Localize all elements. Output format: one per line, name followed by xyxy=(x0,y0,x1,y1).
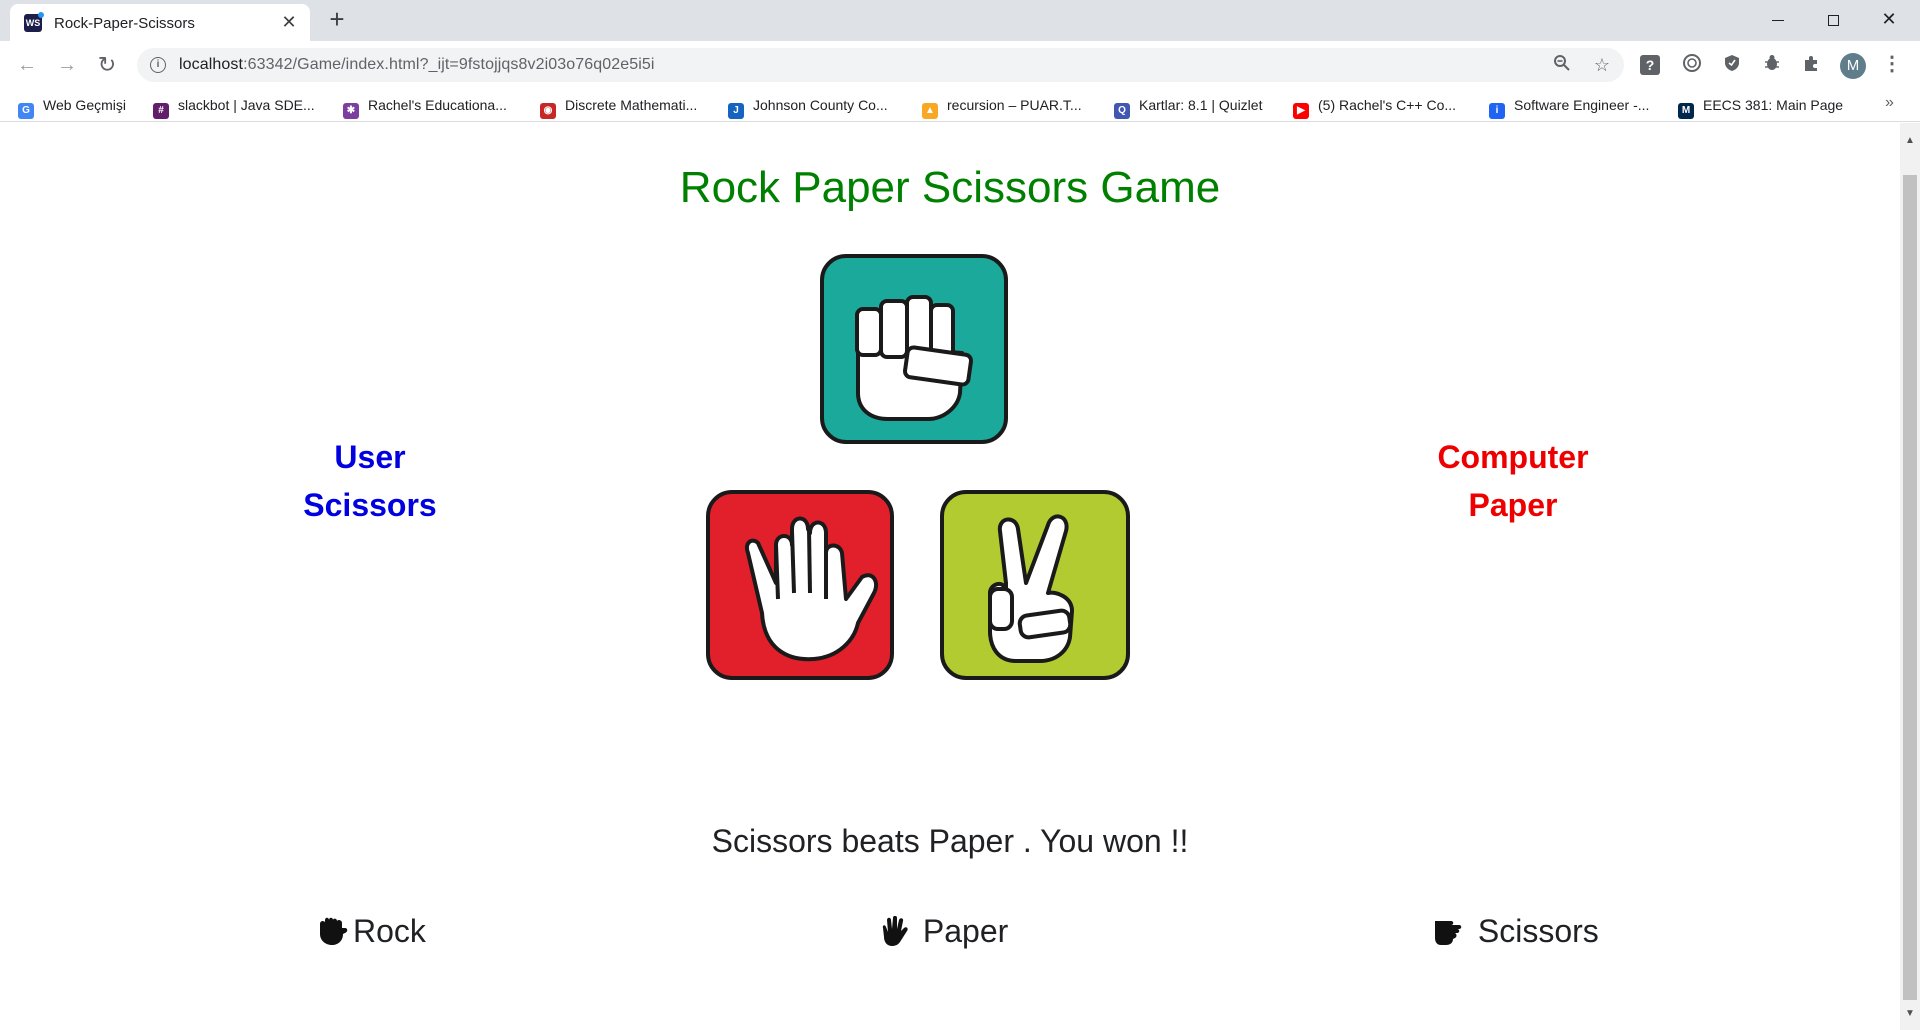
site-info-icon[interactable]: i xyxy=(150,57,166,73)
slack-icon: # xyxy=(153,103,169,119)
tab-close-icon[interactable]: ✕ xyxy=(278,11,300,33)
bookmark-label: Kartlar: 8.1 | Quizlet xyxy=(1139,97,1263,113)
scroll-up-arrow-icon[interactable]: ▲ xyxy=(1904,135,1916,147)
user-choice: Scissors xyxy=(303,487,437,523)
bookmark-label: Discrete Mathemati... xyxy=(565,97,698,113)
new-tab-button[interactable]: + xyxy=(323,6,351,34)
extensions-puzzle-icon[interactable] xyxy=(1800,53,1824,77)
url-text[interactable]: localhost:63342/Game/index.html?_ijt=9fs… xyxy=(179,56,655,74)
game-page: Rock Paper Scissors Game User Scissors C… xyxy=(0,123,1900,1030)
zoom-icon[interactable] xyxy=(1551,54,1573,76)
hat-icon: ▲ xyxy=(922,103,938,119)
bookmark-item[interactable]: G Web Geçmişi xyxy=(18,95,126,119)
bookmark-item[interactable]: ◉ Discrete Mathemati... xyxy=(540,95,698,119)
reload-button[interactable]: ↻ xyxy=(93,51,121,79)
google-icon: G xyxy=(18,103,34,119)
rock-button[interactable]: Rock xyxy=(317,913,426,957)
bookmark-label: slackbot | Java SDE... xyxy=(178,97,315,113)
indeed-icon: i xyxy=(1489,103,1505,119)
paper-tile xyxy=(706,490,894,680)
bookmark-item[interactable]: J Johnson County Co... xyxy=(728,95,888,119)
tab-strip: WS Rock-Paper-Scissors ✕ + ✕ xyxy=(0,0,1920,41)
bookmark-item[interactable]: ▶ (5) Rachel's C++ Co... xyxy=(1293,95,1457,119)
jccc-icon: J xyxy=(728,103,744,119)
minimize-icon xyxy=(1772,19,1784,21)
scissors-tile xyxy=(940,490,1130,680)
bookmark-label: EECS 381: Main Page xyxy=(1703,97,1844,113)
back-button[interactable]: ← xyxy=(13,51,41,79)
close-window-button[interactable]: ✕ xyxy=(1866,4,1912,34)
bookmark-item[interactable]: ✱ Rachel's Educationa... xyxy=(343,95,507,119)
scissors-button[interactable]: Scissors xyxy=(1433,913,1599,957)
computer-panel: Computer Paper xyxy=(1363,433,1663,529)
quizlet-icon: Q xyxy=(1114,103,1130,119)
browser-tab[interactable]: WS Rock-Paper-Scissors ✕ xyxy=(10,4,310,41)
minimize-button[interactable] xyxy=(1755,4,1801,34)
extension-circle-icon[interactable] xyxy=(1680,53,1704,77)
forward-button[interactable]: → xyxy=(53,51,81,79)
scissors-label: Scissors xyxy=(1469,913,1599,949)
bookmark-label: Johnson County Co... xyxy=(753,97,888,113)
bookmark-label: (5) Rachel's C++ Co... xyxy=(1318,97,1457,113)
url-path: :63342/Game/index.html?_ijt=9fstojjqs8v2… xyxy=(243,56,655,73)
address-bar[interactable]: i localhost:63342/Game/index.html?_ijt=9… xyxy=(137,48,1624,82)
paper-label: Paper xyxy=(914,913,1009,949)
rock-paper-scissors-illustration xyxy=(706,254,1130,680)
umich-icon: M xyxy=(1678,103,1694,119)
computer-heading: Computer xyxy=(1437,439,1589,475)
bookmarks-overflow-button[interactable]: » xyxy=(1885,94,1894,112)
fist-hand-icon xyxy=(320,917,348,945)
bookmark-item[interactable]: ▲ recursion – PUAR.T... xyxy=(922,95,1082,119)
computer-choice: Paper xyxy=(1468,487,1558,523)
browser-menu-icon[interactable]: ⋮ xyxy=(1880,53,1904,77)
paper-button[interactable]: Paper xyxy=(878,913,1008,957)
scroll-thumb[interactable] xyxy=(1903,175,1917,1000)
bookmark-label: Rachel's Educationa... xyxy=(368,97,507,113)
gear-icon: ✱ xyxy=(343,103,359,119)
url-host: localhost xyxy=(179,56,244,73)
scroll-down-arrow-icon[interactable]: ▼ xyxy=(1904,1008,1916,1020)
rock-label: Rock xyxy=(353,913,426,949)
bookmark-item[interactable]: # slackbot | Java SDE... xyxy=(153,95,315,119)
open-hand-button-icon xyxy=(882,916,908,946)
bookmark-label: recursion – PUAR.T... xyxy=(947,97,1082,113)
bookmarks-bar: G Web Geçmişi # slackbot | Java SDE... ✱ Rach… xyxy=(0,88,1920,122)
restore-button[interactable] xyxy=(1810,4,1856,34)
sphere-icon: ◉ xyxy=(540,103,556,119)
fist-icon xyxy=(855,295,973,421)
webstorm-favicon-icon: WS xyxy=(24,12,44,32)
bug-extension-icon[interactable] xyxy=(1760,53,1784,77)
rock-tile xyxy=(820,254,1008,444)
bookmark-label: Software Engineer -... xyxy=(1514,97,1650,113)
result-message: Scissors beats Paper . You won !! xyxy=(711,823,1189,859)
page-title: Rock Paper Scissors Game xyxy=(679,163,1221,212)
scissors-hand-icon xyxy=(1435,921,1462,945)
bookmark-star-icon[interactable]: ☆ xyxy=(1591,54,1613,76)
vertical-scrollbar[interactable]: ▲ ▼ xyxy=(1900,123,1920,1030)
bookmark-item[interactable]: i Software Engineer -... xyxy=(1489,95,1650,119)
user-panel: User Scissors xyxy=(220,433,520,529)
restore-icon xyxy=(1827,14,1839,26)
tab-title: Rock-Paper-Scissors xyxy=(54,15,195,32)
shield-extension-icon[interactable] xyxy=(1720,53,1744,77)
browser-toolbar: ← → ↻ i localhost:63342/Game/index.html?… xyxy=(0,41,1920,88)
youtube-icon: ▶ xyxy=(1293,103,1309,119)
bookmark-item[interactable]: M EECS 381: Main Page xyxy=(1678,95,1844,119)
profile-avatar[interactable]: M xyxy=(1840,53,1866,79)
bookmark-item[interactable]: Q Kartlar: 8.1 | Quizlet xyxy=(1114,95,1263,119)
bookmark-label: Web Geçmişi xyxy=(43,97,126,113)
user-heading: User xyxy=(334,439,406,475)
help-extension-icon[interactable]: ? xyxy=(1640,55,1660,75)
